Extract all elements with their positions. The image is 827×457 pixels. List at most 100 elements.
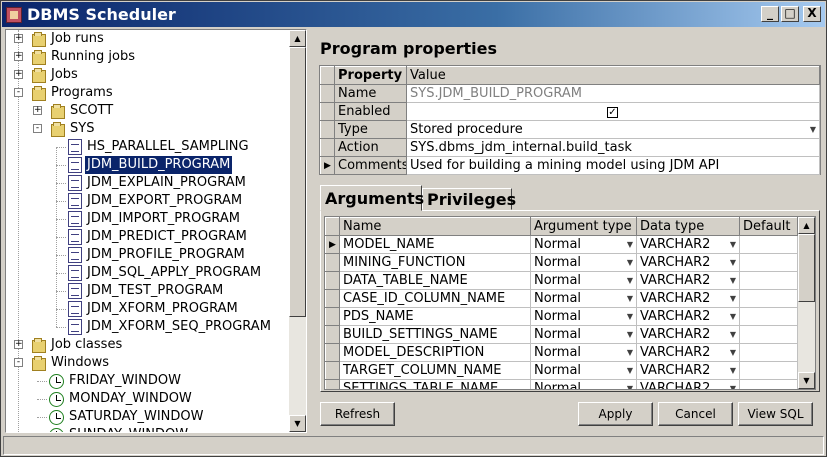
dropdown-arrow-icon[interactable]: ▼ — [627, 258, 633, 267]
data-type-select[interactable]: VARCHAR2 ▼ — [636, 271, 740, 290]
arg-name-cell[interactable]: PDS_NAME — [339, 307, 531, 326]
dropdown-arrow-icon[interactable]: ▼ — [627, 312, 633, 321]
col-default-header[interactable]: Default — [739, 217, 798, 236]
data-type-select[interactable]: VARCHAR2 ▼ — [636, 325, 740, 344]
tree-item[interactable]: JDM_EXPLAIN_PROGRAM — [68, 174, 248, 192]
arg-type-select[interactable]: Normal ▼ — [530, 325, 637, 344]
tree-item[interactable]: Programs — [30, 84, 115, 102]
tree-item[interactable]: Windows — [30, 354, 111, 372]
dropdown-arrow-icon[interactable]: ▼ — [730, 312, 736, 321]
dropdown-arrow-icon[interactable]: ▼ — [730, 384, 736, 389]
collapse-icon[interactable]: - — [14, 88, 23, 97]
dropdown-arrow-icon[interactable]: ▼ — [627, 348, 633, 357]
arg-name-cell[interactable]: MINING_FUNCTION — [339, 253, 531, 272]
dropdown-arrow-icon[interactable]: ▼ — [730, 294, 736, 303]
default-cell[interactable] — [739, 253, 798, 272]
table-row[interactable]: PDS_NAME Normal ▼ VARCHAR2 ▼ — [325, 307, 798, 326]
default-cell[interactable] — [739, 325, 798, 344]
default-cell[interactable] — [739, 361, 798, 380]
tree-item[interactable]: MONDAY_WINDOW — [49, 390, 194, 408]
scroll-down-icon[interactable]: ▼ — [798, 372, 815, 389]
arg-type-select[interactable]: Normal ▼ — [530, 361, 637, 380]
dropdown-arrow-icon[interactable]: ▼ — [810, 125, 816, 134]
arg-type-select[interactable]: Normal ▼ — [530, 307, 637, 326]
table-row[interactable]: ▶ MODEL_NAME Normal ▼ VARCHAR2 ▼ — [325, 235, 798, 254]
arg-type-select[interactable]: Normal ▼ — [530, 379, 637, 389]
default-cell[interactable] — [739, 343, 798, 362]
scroll-thumb[interactable] — [798, 234, 815, 302]
arg-name-cell[interactable]: SETTINGS_TABLE_NAME — [339, 379, 531, 389]
enabled-checkbox[interactable]: ✓ — [607, 107, 618, 118]
arg-name-cell[interactable]: TARGET_COLUMN_NAME — [339, 361, 531, 380]
tree-item[interactable]: SYS — [49, 120, 96, 138]
prop-type-select[interactable]: Stored procedure ▼ — [406, 120, 820, 139]
dropdown-arrow-icon[interactable]: ▼ — [627, 294, 633, 303]
tree-item[interactable]: JDM_SQL_APPLY_PROGRAM — [68, 264, 263, 282]
object-tree[interactable]: + Job runs + Running jobs + Jobs - Programs + SCO… — [5, 29, 307, 433]
dropdown-arrow-icon[interactable]: ▼ — [627, 240, 633, 249]
dropdown-arrow-icon[interactable]: ▼ — [627, 384, 633, 389]
cancel-button[interactable]: Cancel — [658, 402, 733, 426]
tree-item[interactable]: JDM_PROFILE_PROGRAM — [68, 246, 247, 264]
arg-name-cell[interactable]: MODEL_DESCRIPTION — [339, 343, 531, 362]
tree-item[interactable]: Running jobs — [30, 48, 137, 66]
scroll-thumb[interactable] — [289, 47, 306, 317]
collapse-icon[interactable]: - — [33, 124, 42, 133]
table-row[interactable]: CASE_ID_COLUMN_NAME Normal ▼ VARCHAR2 ▼ — [325, 289, 798, 308]
tree-item[interactable]: SCOTT — [49, 102, 115, 120]
table-row[interactable]: MODEL_DESCRIPTION Normal ▼ VARCHAR2 ▼ — [325, 343, 798, 362]
arg-name-cell[interactable]: BUILD_SETTINGS_NAME — [339, 325, 531, 344]
data-type-select[interactable]: VARCHAR2 ▼ — [636, 343, 740, 362]
default-cell[interactable] — [739, 235, 798, 254]
table-row[interactable]: BUILD_SETTINGS_NAME Normal ▼ VARCHAR2 ▼ — [325, 325, 798, 344]
tree-item[interactable]: JDM_EXPORT_PROGRAM — [68, 192, 244, 210]
table-row[interactable]: SETTINGS_TABLE_NAME Normal ▼ VARCHAR2 ▼ — [325, 379, 798, 389]
scroll-up-icon[interactable]: ▲ — [289, 30, 306, 47]
tree-item[interactable]: JDM_TEST_PROGRAM — [68, 282, 225, 300]
dropdown-arrow-icon[interactable]: ▼ — [730, 258, 736, 267]
data-type-select[interactable]: VARCHAR2 ▼ — [636, 289, 740, 308]
prop-comments-value[interactable]: Used for building a mining model using J… — [406, 156, 820, 175]
apply-button[interactable]: Apply — [578, 402, 653, 426]
tree-item[interactable]: Job runs — [30, 30, 106, 48]
col-name-header[interactable]: Name — [339, 217, 531, 236]
dropdown-arrow-icon[interactable]: ▼ — [627, 276, 633, 285]
col-argtype-header[interactable]: Argument type — [530, 217, 637, 236]
expand-icon[interactable]: + — [14, 340, 23, 349]
default-cell[interactable] — [739, 289, 798, 308]
minimize-button[interactable]: _ — [761, 6, 779, 22]
tree-item[interactable]: HS_PARALLEL_SAMPLING — [68, 138, 251, 156]
maximize-button[interactable]: □ — [781, 6, 799, 22]
arg-type-select[interactable]: Normal ▼ — [530, 343, 637, 362]
tree-item[interactable]: JDM_XFORM_PROGRAM — [68, 300, 240, 318]
arg-name-cell[interactable]: CASE_ID_COLUMN_NAME — [339, 289, 531, 308]
expand-icon[interactable]: + — [14, 52, 23, 61]
tree-item[interactable]: SUNDAY_WINDOW — [49, 426, 190, 432]
scroll-down-icon[interactable]: ▼ — [289, 415, 306, 432]
scroll-up-icon[interactable]: ▲ — [798, 217, 815, 234]
col-datatype-header[interactable]: Data type — [636, 217, 740, 236]
tree-item[interactable]: Job classes — [30, 336, 124, 354]
dropdown-arrow-icon[interactable]: ▼ — [627, 330, 633, 339]
arg-type-select[interactable]: Normal ▼ — [530, 289, 637, 308]
tree-item[interactable]: JDM_PREDICT_PROGRAM — [68, 228, 249, 246]
dropdown-arrow-icon[interactable]: ▼ — [730, 366, 736, 375]
prop-action-value[interactable]: SYS.dbms_jdm_internal.build_task — [406, 138, 820, 157]
tree-item[interactable]: JDM_XFORM_SEQ_PROGRAM — [68, 318, 273, 336]
default-cell[interactable] — [739, 307, 798, 326]
dropdown-arrow-icon[interactable]: ▼ — [730, 240, 736, 249]
dropdown-arrow-icon[interactable]: ▼ — [627, 366, 633, 375]
dropdown-arrow-icon[interactable]: ▼ — [730, 276, 736, 285]
data-type-select[interactable]: VARCHAR2 ▼ — [636, 253, 740, 272]
expand-icon[interactable]: + — [33, 106, 42, 115]
arg-name-cell[interactable]: DATA_TABLE_NAME — [339, 271, 531, 290]
expand-icon[interactable]: + — [14, 70, 23, 79]
refresh-button[interactable]: Refresh — [320, 402, 395, 426]
dropdown-arrow-icon[interactable]: ▼ — [730, 348, 736, 357]
tree-item[interactable]: FRIDAY_WINDOW — [49, 372, 183, 390]
dropdown-arrow-icon[interactable]: ▼ — [730, 330, 736, 339]
close-button[interactable]: X — [803, 6, 821, 22]
data-type-select[interactable]: VARCHAR2 ▼ — [636, 235, 740, 254]
collapse-icon[interactable]: - — [14, 358, 23, 367]
arg-name-cell[interactable]: MODEL_NAME — [339, 235, 531, 254]
